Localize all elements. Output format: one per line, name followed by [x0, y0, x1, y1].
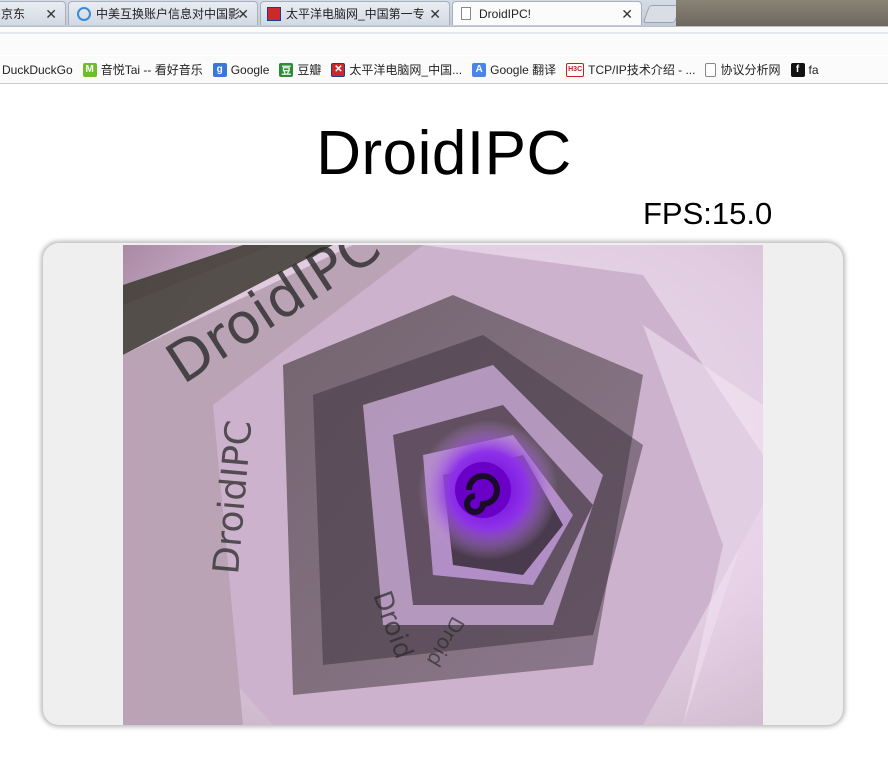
- bookmark-label: DuckDuckGo: [2, 62, 73, 77]
- bookmark-label: 协议分析网: [720, 63, 781, 77]
- tab-droidipc[interactable]: DroidIPC! ✕: [452, 1, 642, 25]
- h3c-icon: H3C: [566, 62, 585, 77]
- toolbar: [0, 26, 888, 55]
- pconline-icon: ✕: [331, 62, 346, 77]
- tab-title: 京东: [1, 7, 26, 21]
- douban-icon: 豆: [279, 62, 294, 77]
- yinyuetai-icon: M: [82, 62, 97, 77]
- close-icon[interactable]: ✕: [621, 6, 633, 22]
- tab-title: 中美互换账户信息对中国影: [96, 7, 241, 21]
- tab-title: DroidIPC!: [479, 6, 532, 21]
- camera-video-frame: DroidIPC DroidIPC Droid Droid: [123, 245, 763, 725]
- close-icon[interactable]: ✕: [429, 6, 441, 22]
- video-panel: DroidIPC DroidIPC Droid Droid: [43, 243, 843, 725]
- bookmark-label: TCP/IP技术介绍 - ...: [588, 63, 696, 77]
- tab-news[interactable]: 中美互换账户信息对中国影 ✕: [68, 1, 258, 25]
- fps-counter: FPS:15.0: [643, 196, 773, 231]
- tab-favicon-icon: [77, 6, 91, 21]
- bookmark-label: 豆瓣: [297, 63, 322, 77]
- page-icon: [705, 62, 717, 77]
- bookmark-tcpip[interactable]: H3C TCP/IP技术介绍 - ...: [566, 61, 695, 78]
- bookmark-google-translate[interactable]: A Google 翻译: [472, 61, 556, 78]
- bookmark-pconline[interactable]: ✕ 太平洋电脑网_中国...: [331, 61, 462, 78]
- bookmark-yinyuetai[interactable]: M 音悦Tai -- 看好音乐: [82, 61, 203, 78]
- camera-feed-image: DroidIPC DroidIPC Droid Droid: [123, 245, 763, 725]
- bookmark-google[interactable]: g Google: [212, 62, 270, 77]
- toolbar-divider: [0, 32, 888, 34]
- tab-favicon-icon: [267, 6, 281, 21]
- bookmark-label: Google: [230, 62, 270, 77]
- bookmark-label: fa: [808, 62, 819, 77]
- titlebar-background: [676, 0, 888, 26]
- bookmark-douban[interactable]: 豆 豆瓣: [279, 61, 321, 78]
- bookmarks-bar: DuckDuckGo M 音悦Tai -- 看好音乐 g Google 豆 豆瓣…: [0, 56, 888, 84]
- close-icon[interactable]: ✕: [45, 6, 57, 22]
- close-icon[interactable]: ✕: [237, 6, 249, 22]
- page-icon: [461, 7, 471, 20]
- bookmark-label: Google 翻译: [490, 63, 557, 77]
- bookmark-duckduckgo[interactable]: DuckDuckGo: [2, 63, 73, 77]
- bookmark-label: 音悦Tai -- 看好音乐: [100, 63, 203, 77]
- google-icon: g: [212, 62, 227, 77]
- bookmark-protocol[interactable]: 协议分析网: [705, 61, 781, 78]
- tab-pconline[interactable]: 太平洋电脑网_中国第一专 ✕: [260, 1, 450, 25]
- tab-strip: 京东 ✕ 中美互换账户信息对中国影 ✕ 太平洋电脑网_中国第一专 ✕ Droid…: [0, 0, 888, 26]
- bookmark-label: 太平洋电脑网_中国...: [349, 63, 463, 77]
- bookmark-facebook[interactable]: f fa: [790, 62, 819, 77]
- page-title: DroidIPC: [316, 119, 572, 188]
- tab-jd[interactable]: 京东 ✕: [0, 1, 66, 25]
- facebook-icon: f: [790, 62, 805, 77]
- tab-title: 太平洋电脑网_中国第一专: [286, 7, 425, 21]
- google-translate-icon: A: [472, 62, 487, 77]
